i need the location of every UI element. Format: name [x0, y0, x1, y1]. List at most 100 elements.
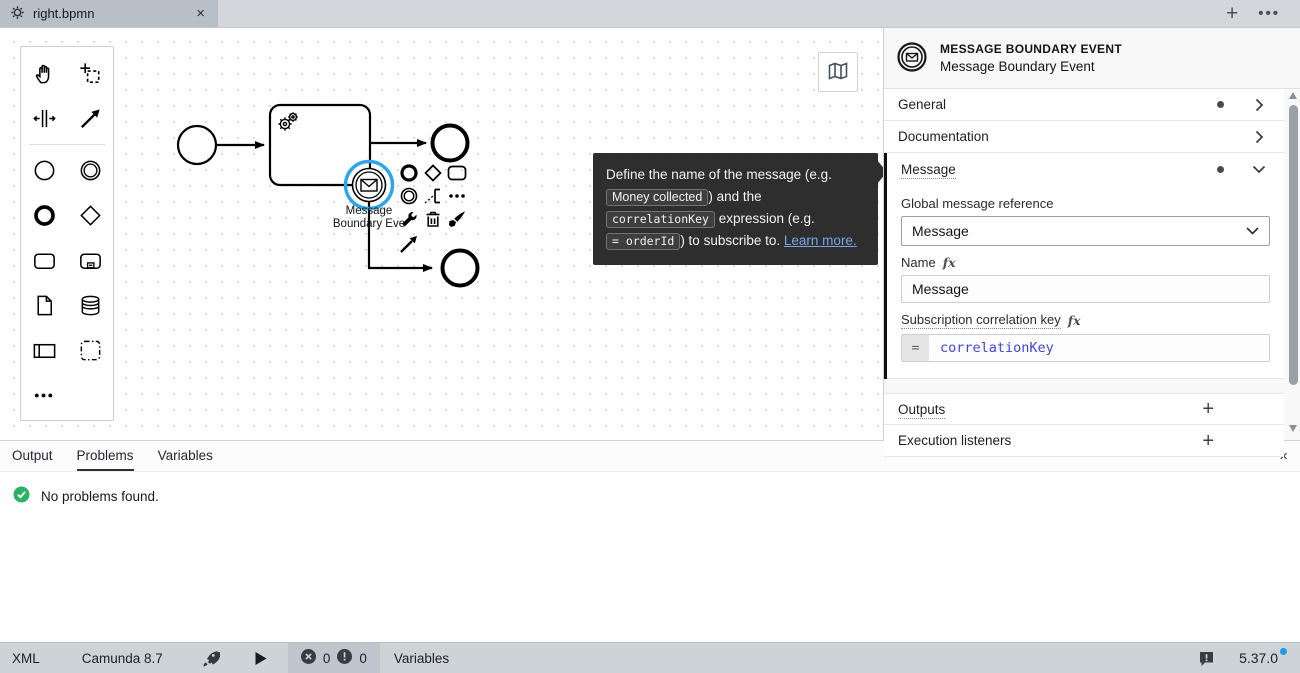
create-data-object[interactable] [21, 283, 67, 328]
element-name-subtitle: Message Boundary Event [940, 59, 1122, 74]
chevron-down-icon [1248, 165, 1270, 174]
bpmn-canvas[interactable]: Message Boundary Eve [0, 28, 884, 440]
service-task-shape[interactable] [270, 105, 370, 185]
tooltip-text: Define the name of the message (e.g. [606, 167, 832, 182]
tooltip-chip-order-id: = orderId [606, 233, 680, 250]
append-end-event-icon[interactable] [397, 161, 421, 184]
scrollbar-down-arrow[interactable] [1289, 425, 1297, 432]
append-intermediate-event-icon[interactable] [397, 184, 421, 207]
success-check-icon [13, 486, 30, 506]
tab-problems[interactable]: Problems [77, 441, 134, 471]
start-event-shape[interactable] [178, 126, 216, 164]
add-output-button[interactable]: + [1202, 399, 1214, 419]
group-outputs-label: Outputs [898, 402, 1202, 417]
global-message-reference-label: Global message reference [901, 196, 1270, 211]
deploy-rocket-icon[interactable] [189, 643, 232, 673]
play-run-icon[interactable] [242, 643, 280, 673]
name-input[interactable]: Message [901, 275, 1270, 303]
name-label: Name fx [901, 255, 1270, 270]
create-gateway[interactable] [67, 193, 113, 238]
change-type-wrench-icon[interactable] [397, 207, 421, 230]
chevron-right-icon [1248, 130, 1270, 144]
lasso-tool[interactable] [67, 51, 113, 96]
format-brush-icon[interactable] [445, 207, 469, 230]
learn-more-link[interactable]: Learn more. [784, 233, 857, 248]
tab-right-bpmn[interactable]: right.bpmn × [0, 0, 218, 27]
more-tools-icon[interactable] [21, 373, 67, 418]
tooltip-text: ) and the [708, 189, 761, 204]
bpmn-file-gear-icon [10, 5, 25, 23]
minimap-toggle-button[interactable] [818, 52, 858, 92]
message-group-tooltip: Define the name of the message (e.g. Mon… [593, 153, 878, 265]
group-message-open: Message Global message reference Message [884, 153, 1284, 379]
delete-trash-icon[interactable] [421, 207, 445, 230]
properties-header: MESSAGE BOUNDARY EVENT Message Boundary … [884, 28, 1300, 89]
tab-overflow-menu-icon[interactable]: ••• [1258, 5, 1280, 22]
message-boundary-event-shape[interactable] [353, 169, 386, 202]
append-gateway-icon[interactable] [421, 161, 445, 184]
group-general-dot [1217, 101, 1224, 108]
close-tab-icon[interactable]: × [193, 5, 208, 22]
global-connect-tool[interactable] [67, 96, 113, 141]
scrollbar-thumb[interactable] [1289, 105, 1298, 385]
tooltip-text: ) to subscribe [680, 233, 761, 248]
feedback-bubble-icon[interactable] [1186, 643, 1227, 673]
group-documentation[interactable]: Documentation [884, 121, 1284, 153]
append-task-icon[interactable] [445, 161, 469, 184]
create-data-store[interactable] [67, 283, 113, 328]
create-subprocess[interactable] [67, 238, 113, 283]
group-general[interactable]: General [884, 89, 1284, 121]
group-execution-listeners[interactable]: Execution listeners + [884, 425, 1284, 457]
map-icon [826, 59, 850, 86]
group-gap [884, 379, 1284, 393]
end-event-2-shape[interactable] [443, 251, 478, 286]
properties-groups: General Documentation Message [884, 89, 1284, 457]
engine-version-button[interactable]: Camunda 8.7 [70, 643, 175, 673]
subscription-correlation-key-input[interactable]: = correlationKey [901, 334, 1270, 362]
tab-bar: right.bpmn × + ••• [0, 0, 1300, 28]
scrollbar-up-arrow[interactable] [1289, 92, 1297, 99]
create-group[interactable] [67, 328, 113, 373]
fx-feel-toggle-icon[interactable]: fx [1068, 313, 1081, 328]
group-message-header[interactable]: Message [887, 153, 1284, 185]
add-execution-listener-button[interactable]: + [1202, 431, 1214, 451]
end-event-1-shape[interactable] [433, 126, 468, 161]
tab-variables[interactable]: Variables [158, 441, 213, 471]
status-bar: XML Camunda 8.7 0 0 Variables [0, 642, 1300, 673]
create-participant[interactable] [21, 328, 67, 373]
warning-circle-icon [337, 649, 352, 667]
no-problems-message: No problems found. [41, 489, 159, 504]
modeler-window: right.bpmn × + ••• [0, 0, 1300, 673]
group-message-dot [1217, 166, 1224, 173]
group-outputs[interactable]: Outputs + [884, 393, 1284, 425]
xml-toggle-button[interactable]: XML [0, 643, 52, 673]
group-documentation-label: Documentation [898, 129, 1248, 144]
boundary-event-label-line2[interactable]: Boundary Eve [333, 218, 405, 230]
create-intermediate-event[interactable] [67, 148, 113, 193]
context-pad [397, 161, 469, 253]
workspace: Message Boundary Eve [0, 28, 1300, 440]
more-actions-icon[interactable] [445, 184, 469, 207]
feel-equals-prefix: = [902, 335, 929, 361]
tab-bar-actions: + ••• [1226, 0, 1300, 27]
append-text-annotation-icon[interactable] [421, 184, 445, 207]
space-tool[interactable] [21, 96, 67, 141]
hand-tool[interactable] [21, 51, 67, 96]
subscription-correlation-key-label: Subscription correlation key fx [901, 312, 1270, 329]
problems-count-button[interactable]: 0 0 [288, 643, 380, 673]
boundary-event-label-line1[interactable]: Message [346, 205, 393, 217]
create-task[interactable] [21, 238, 67, 283]
fx-feel-toggle-icon[interactable]: fx [943, 255, 956, 270]
create-start-event[interactable] [21, 148, 67, 193]
global-message-reference-select[interactable]: Message [901, 216, 1270, 246]
status-bar-right: 5.37.0 [1186, 643, 1300, 673]
version-button[interactable]: 5.37.0 [1231, 643, 1290, 673]
tab-output[interactable]: Output [12, 441, 53, 471]
connect-arrow-icon[interactable] [397, 234, 421, 253]
new-tab-button[interactable]: + [1226, 3, 1238, 24]
properties-scrollbar[interactable] [1288, 92, 1299, 432]
tab-title: right.bpmn [33, 6, 185, 21]
variables-button[interactable]: Variables [382, 643, 461, 673]
tooltip-text: to. [765, 233, 780, 248]
create-end-event[interactable] [21, 193, 67, 238]
